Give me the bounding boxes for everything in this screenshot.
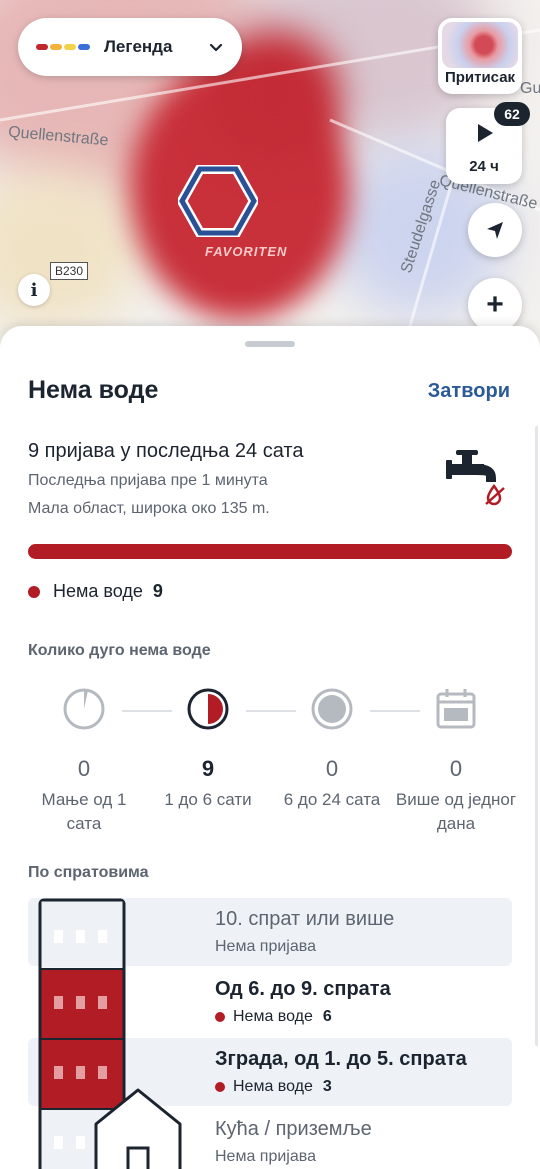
duration-label: Мање од 1 сата <box>41 790 127 833</box>
district-label: FAVORITEN <box>205 244 288 259</box>
legend-label: Легенда <box>104 37 173 56</box>
legend-color-chip <box>78 44 90 50</box>
floor-title: Зграда, од 1. до 5. спрата <box>215 1048 467 1070</box>
clock-half-icon <box>187 688 229 730</box>
legend-color-bars-icon <box>36 44 90 50</box>
floor-title: Од 6. до 9. спрата <box>215 978 391 1000</box>
legend-color-chip <box>64 44 76 50</box>
floor-status: Нема пријава <box>215 938 316 956</box>
floor-status-label: Нема пријава <box>215 938 316 955</box>
legend-color-chip <box>50 44 62 50</box>
floors-section-title: По спратовима <box>28 864 149 881</box>
legend-color-chip <box>36 44 48 50</box>
reports-proportion-bar <box>28 544 512 559</box>
floor-status: Нема воде 3 <box>215 1078 332 1096</box>
no-water-dot <box>28 585 40 598</box>
map-info-button[interactable]: i <box>18 274 50 306</box>
duration-section-title: Колико дуго нема воде <box>28 642 211 659</box>
no-water-dot <box>215 1012 225 1022</box>
road-number-badge: B230 <box>50 262 89 280</box>
duration-label: 1 до 6 сати <box>164 790 252 809</box>
floor-status: Нема воде 6 <box>215 1008 332 1026</box>
area-size: Мала област, широка око 135 m. <box>28 500 270 517</box>
floor-title: Кућа / приземље <box>215 1118 372 1140</box>
floor-title: 10. спрат или више <box>215 908 395 930</box>
no-water-dot <box>215 1082 225 1092</box>
plus-icon: + <box>486 288 504 321</box>
house-illustration-icon <box>94 1088 182 1169</box>
street-label: Gu <box>520 80 540 97</box>
calendar-icon <box>436 689 476 729</box>
duration-label: Више од једног дана <box>395 790 517 833</box>
duration-count: 0 <box>325 756 339 781</box>
reports-summary: 9 пријава у последња 24 сата <box>28 440 304 462</box>
sheet-drag-handle[interactable] <box>245 341 295 347</box>
duration-item-6-24h: 0 6 до 24 сата <box>270 686 394 812</box>
info-icon: i <box>30 279 38 301</box>
duration-label: 6 до 24 сата <box>283 790 381 809</box>
floor-status: Нема пријава <box>215 1148 316 1166</box>
duration-item-over-1d: 0 Више од једног дана <box>394 686 518 836</box>
duration-item-under-1h: 0 Мање од 1 сата <box>22 686 146 836</box>
duration-count: 9 <box>201 756 215 781</box>
timeline-label: 24 ч <box>469 158 499 175</box>
legend-item-label: Нема воде <box>53 581 143 601</box>
floor-status-count: 6 <box>322 1008 332 1025</box>
floor-status-label: Нема воде <box>233 1008 313 1025</box>
floor-status-label: Нема воде <box>233 1078 313 1095</box>
duration-breakdown: 0 Мање од 1 сата 9 1 до 6 сати 0 6 до 24… <box>0 686 540 836</box>
timeline-count-badge: 62 <box>494 102 530 126</box>
no-water-tap-icon <box>446 450 505 506</box>
clock-empty-icon <box>63 688 105 730</box>
duration-count: 0 <box>449 756 463 781</box>
pressure-label: Притисак <box>444 69 516 86</box>
map[interactable]: Quellenstraße Quellenstraße Steudelgasse… <box>0 0 540 360</box>
chevron-down-icon <box>209 43 223 52</box>
locate-me-button[interactable] <box>468 203 522 257</box>
details-sheet: Нема воде Затвори 9 пријава у последња 2… <box>0 326 540 1169</box>
zoom-in-button[interactable]: + <box>468 278 522 332</box>
sheet-title: Нема воде <box>28 376 159 404</box>
floor-status-label: Нема пријава <box>215 1148 316 1165</box>
play-icon <box>478 124 493 142</box>
last-report-time: Последња пријава пре 1 минута <box>28 472 268 489</box>
floor-status-count: 3 <box>322 1078 332 1095</box>
location-arrow-icon <box>487 222 503 239</box>
clock-full-icon <box>311 688 353 730</box>
duration-item-1-6h: 9 1 до 6 сати <box>146 686 270 812</box>
pressure-layer-button[interactable]: Притисак <box>438 18 522 94</box>
district-hexagon-icon <box>178 165 258 237</box>
reports-legend: Нема воде 9 <box>28 581 163 602</box>
legend-button[interactable]: Легенда <box>18 18 242 76</box>
duration-count: 0 <box>77 756 91 781</box>
legend-item-count: 9 <box>152 581 163 601</box>
pressure-thumbnail <box>442 22 518 68</box>
close-button[interactable]: Затвори <box>428 380 510 403</box>
